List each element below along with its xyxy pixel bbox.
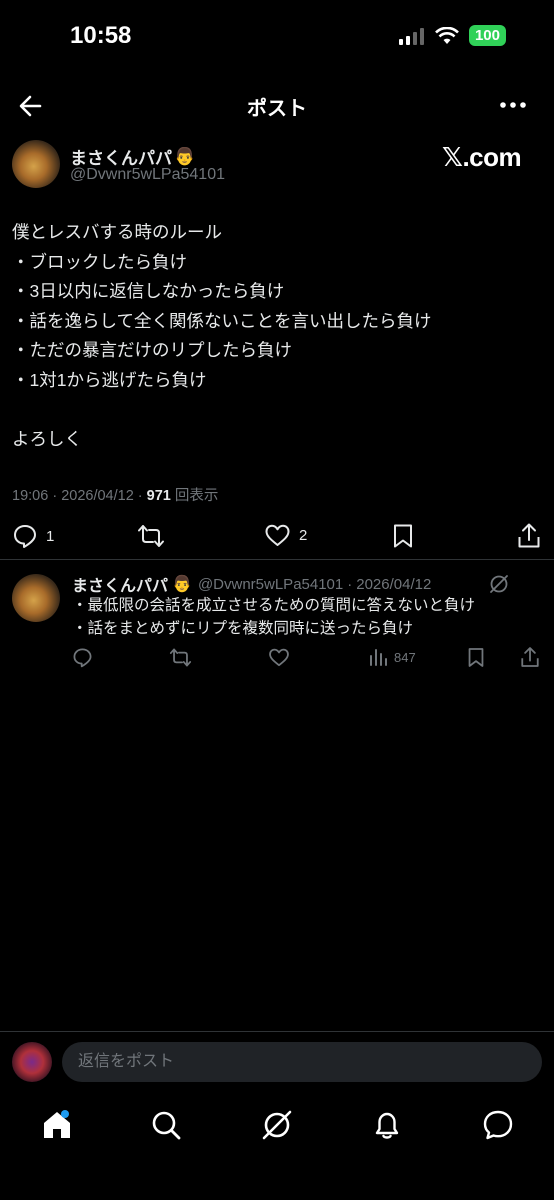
battery-indicator: 100	[468, 25, 506, 46]
like-count: 2	[299, 527, 308, 544]
search-icon	[152, 1111, 181, 1140]
post-meta: 19:06 · 2026/04/12 · 971 回表示	[12, 488, 219, 504]
like-button[interactable]: 2	[264, 523, 307, 548]
bookmark-icon	[468, 648, 484, 667]
author-emoji: 👨	[174, 146, 196, 166]
reply-like-button[interactable]	[268, 647, 290, 668]
compose-divider	[0, 1031, 554, 1032]
reply-header: まさくんパパ 👨 @Dvwnr5wLPa54101 · 2026/04/12	[72, 572, 431, 596]
signal-icon	[398, 27, 425, 45]
analytics-icon	[370, 649, 387, 666]
post-text: 僕とレスバする時のルール ・ブロックしたら負け ・3日以内に返信しなかったら負け…	[12, 222, 432, 449]
repost-button[interactable]	[137, 523, 165, 549]
share-icon	[518, 523, 540, 548]
reply-compose-input[interactable]: 返信をポスト	[62, 1042, 542, 1082]
reply-button[interactable]: 1	[12, 523, 54, 549]
reply-views-button[interactable]: 847	[368, 647, 416, 667]
more-options-button[interactable]	[498, 92, 528, 118]
x-watermark: 𝕏.com	[442, 142, 522, 172]
author-avatar[interactable]	[12, 140, 60, 188]
messages-icon	[483, 1110, 513, 1140]
post-actions: 1 2	[0, 518, 554, 554]
page-title: ポスト	[247, 98, 307, 120]
views-label: 回表示	[174, 488, 219, 504]
tab-grok[interactable]	[260, 1108, 294, 1142]
reply-author-name[interactable]: まさくんパパ	[72, 572, 168, 596]
share-button[interactable]	[517, 522, 541, 549]
home-icon	[44, 1110, 70, 1138]
bookmark-icon	[394, 524, 412, 548]
reply-bookmark-button[interactable]	[467, 647, 485, 668]
notifications-icon	[375, 1112, 399, 1139]
status-time: 10:58	[70, 22, 132, 49]
repost-icon	[169, 648, 192, 667]
author-handle[interactable]: @Dvwnr5wLPa54101	[70, 166, 225, 184]
wifi-icon	[435, 26, 459, 45]
grok-icon	[262, 1110, 292, 1140]
tab-search[interactable]	[149, 1108, 183, 1142]
tab-notifications[interactable]	[370, 1108, 404, 1142]
repost-icon	[138, 525, 164, 547]
reply-handle[interactable]: @Dvwnr5wLPa54101	[198, 576, 343, 593]
grok-icon[interactable]	[488, 573, 510, 595]
reply-repost-button[interactable]	[169, 647, 192, 668]
tab-home[interactable]	[40, 1108, 74, 1142]
post-date: 2026/04/12	[61, 488, 134, 504]
reply-icon	[73, 648, 92, 668]
share-icon	[521, 647, 539, 667]
tab-messages[interactable]	[481, 1108, 515, 1142]
more-icon	[500, 102, 526, 108]
heart-icon	[269, 648, 289, 667]
status-icons: 100	[398, 25, 506, 46]
reply-reply-button[interactable]	[72, 647, 93, 668]
reply-author-emoji: 👨	[172, 576, 192, 593]
bookmark-button[interactable]	[392, 523, 414, 549]
post-views: 971	[146, 488, 171, 504]
post-time: 19:06	[12, 488, 49, 504]
reply-count: 1	[46, 527, 55, 545]
divider	[0, 559, 554, 560]
reply-share-button[interactable]	[520, 646, 540, 668]
current-user-avatar	[12, 1042, 52, 1082]
reply-date: 2026/04/12	[356, 575, 432, 593]
reply-author-avatar[interactable]	[12, 574, 60, 622]
reply-icon	[14, 525, 36, 548]
reply-text: ・最低限の会話を成立させるための質問に答えないと負け ・話をまとめずにリプを複数…	[72, 597, 476, 637]
heart-icon	[265, 524, 290, 546]
reply-views-count: 847	[394, 649, 416, 665]
